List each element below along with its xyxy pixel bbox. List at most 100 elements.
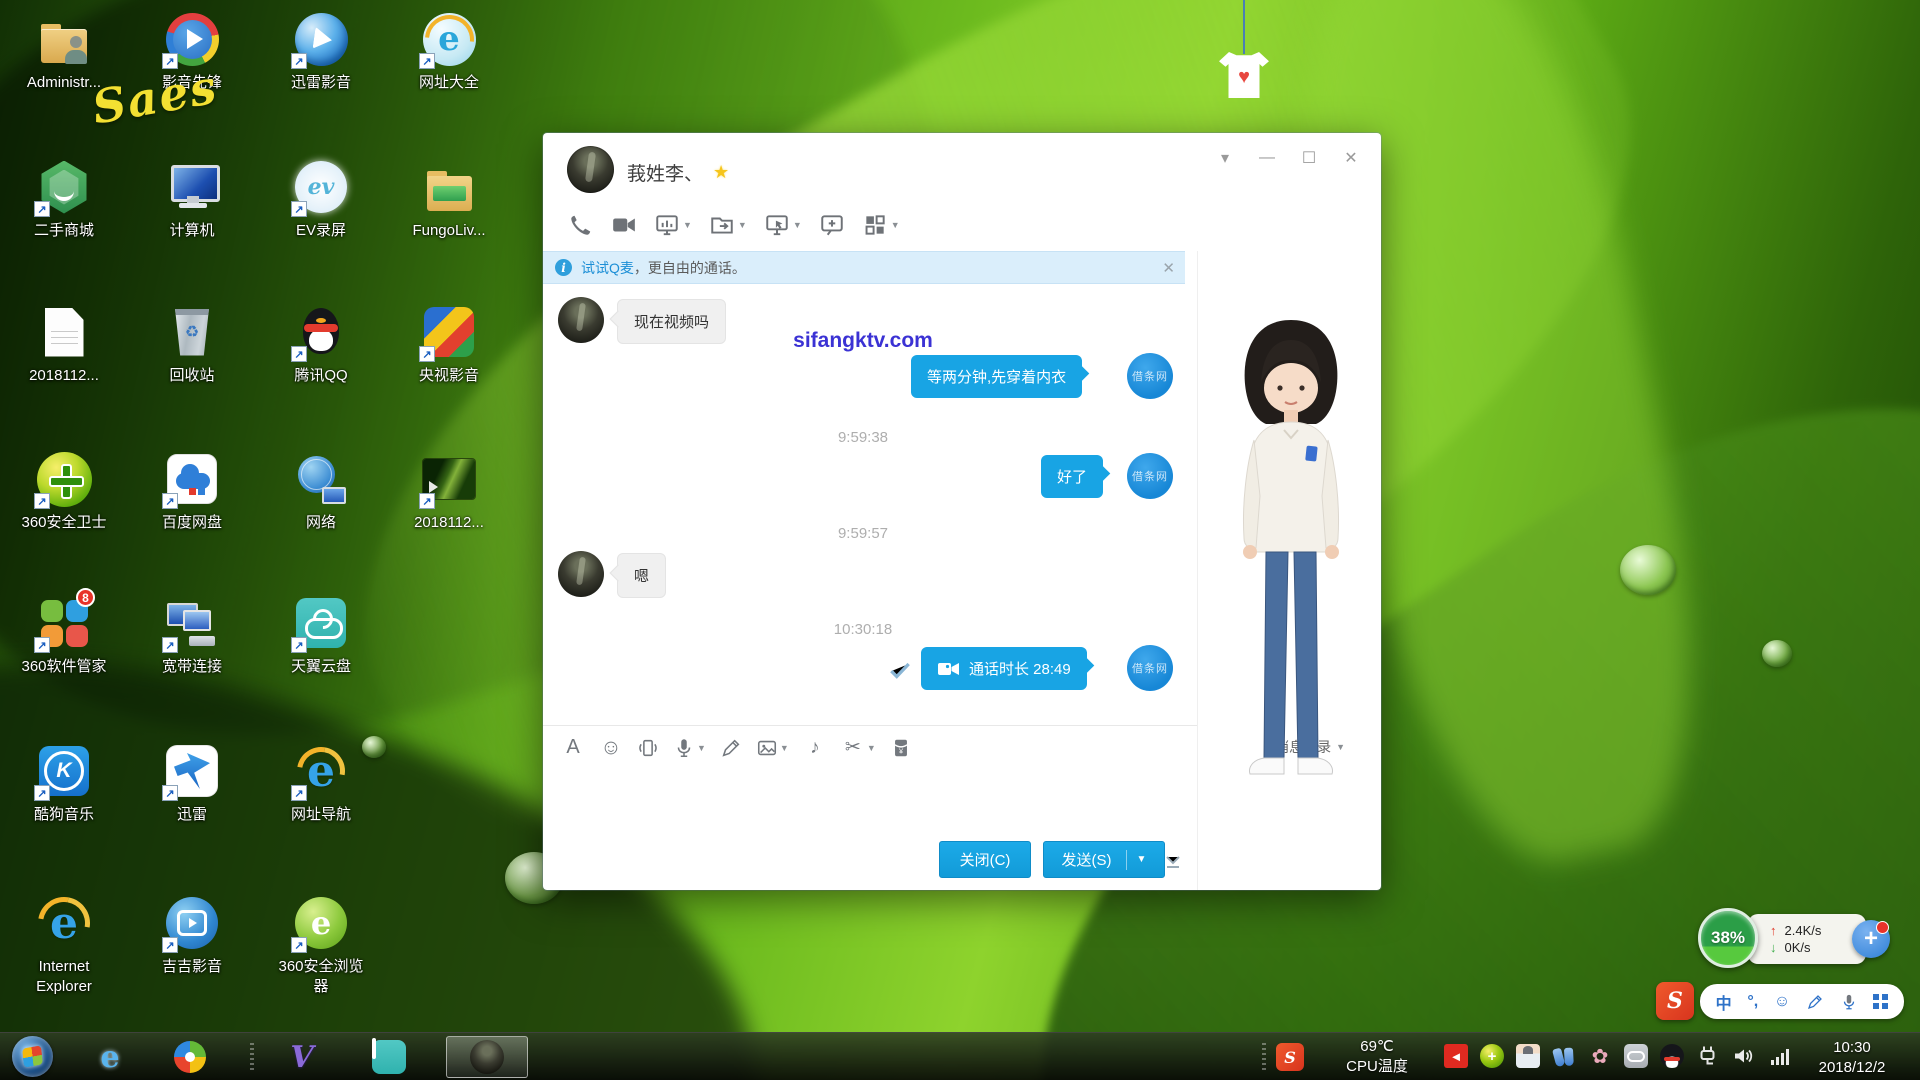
desktop-icon-jiji[interactable]: 吉吉影音: [132, 894, 252, 977]
self-avatar[interactable]: 借条网: [1127, 645, 1173, 691]
shortcut-arrow-icon: [34, 201, 50, 217]
red-packet-button[interactable]: [886, 735, 916, 761]
desktop-icon-network[interactable]: 网络: [261, 450, 381, 533]
outgoing-message-bubble: 等两分钟,先穿着内衣: [911, 355, 1082, 398]
desktop-icon-internet-explorer[interactable]: Internet Explorer: [4, 894, 124, 996]
desktop-icon-broadband[interactable]: 宽带连接: [132, 594, 252, 677]
accelerate-plus-button[interactable]: +: [1852, 920, 1890, 958]
desktop-icon-wangzhidaquan[interactable]: 网址大全: [389, 10, 509, 93]
tray-qq-icon[interactable]: [1660, 1044, 1684, 1068]
sogou-ime-logo[interactable]: S: [1656, 982, 1694, 1020]
ime-pencil-button[interactable]: [1806, 993, 1824, 1011]
tray-cloud-icon[interactable]: [1624, 1044, 1648, 1068]
contact-avatar[interactable]: [558, 551, 604, 597]
desktop-icon-wangzhidaohang[interactable]: 网址导航: [261, 742, 381, 825]
tray-connection-icon[interactable]: [1696, 1044, 1720, 1068]
desktop-icon-qq[interactable]: 腾讯QQ: [261, 303, 381, 386]
desktop-icon-label: 迅雷: [177, 805, 207, 825]
tray-network-icon[interactable]: [1768, 1044, 1792, 1068]
tray-kugou-icon[interactable]: ◄: [1444, 1044, 1468, 1068]
window-menu-button[interactable]: ▾: [1211, 145, 1239, 171]
qq-show-panel[interactable]: [1197, 251, 1381, 890]
create-group-button[interactable]: [814, 209, 850, 241]
voice-call-button[interactable]: [563, 209, 599, 241]
computer-monitor-icon: [163, 158, 221, 216]
tray-sogou-icon[interactable]: S: [1276, 1043, 1304, 1071]
desktop-icon-360guanjia[interactable]: 8 360软件管家: [4, 594, 124, 677]
desktop-icon-kugou[interactable]: 酷狗音乐: [4, 742, 124, 825]
close-button[interactable]: ✕: [1337, 145, 1365, 171]
image-button[interactable]: ▼: [752, 735, 793, 761]
desktop-icon-label: 二手商城: [34, 221, 94, 241]
start-button[interactable]: [12, 1036, 53, 1077]
taskbar: S 69℃ CPU温度 ◄ ✿ 10:30 2018/12/2: [0, 1032, 1920, 1080]
desktop-icon-ershoushangcheng[interactable]: 二手商城: [4, 158, 124, 241]
taskbar-ie-button[interactable]: [92, 1039, 128, 1075]
taskbar-v-app-button[interactable]: [284, 1039, 320, 1075]
doodle-button[interactable]: [716, 735, 746, 761]
desktop-icon-360weishi[interactable]: 360安全卫士: [4, 450, 124, 533]
send-button[interactable]: 发送(S) ▼: [1043, 841, 1165, 878]
desktop-icon-document[interactable]: 2018112...: [4, 303, 124, 386]
self-avatar[interactable]: 借条网: [1127, 453, 1173, 499]
maximize-button[interactable]: ☐: [1295, 145, 1323, 171]
send-file-button[interactable]: ▼: [704, 209, 752, 241]
apps-grid-button[interactable]: ▼: [857, 209, 905, 241]
voice-message-button[interactable]: ▼: [669, 735, 710, 761]
desktop-icon-tianyi[interactable]: 天翼云盘: [261, 594, 381, 677]
contact-avatar[interactable]: [567, 146, 614, 193]
desktop-icon-xunleiyingyin[interactable]: 迅雷影音: [261, 10, 381, 93]
taskbar-sogou-browser-button[interactable]: [174, 1041, 206, 1073]
tshirt-gadget[interactable]: [1219, 52, 1269, 98]
desktop-icon-label: 2018112...: [414, 513, 484, 533]
ime-mic-button[interactable]: [1840, 993, 1858, 1011]
desktop-icon-video-file[interactable]: 2018112...: [389, 450, 509, 533]
desktop-icon-yangshiyingyin[interactable]: 央视影音: [389, 303, 509, 386]
ime-emoji-button[interactable]: ☺: [1774, 993, 1790, 1011]
taskbar-cloud-button[interactable]: [372, 1040, 406, 1074]
ime-punctuation-button[interactable]: °,: [1747, 993, 1758, 1011]
window-shake-button[interactable]: [633, 735, 663, 761]
emoji-button[interactable]: ☺: [595, 734, 627, 762]
cpu-temperature[interactable]: 69℃ CPU温度: [1322, 1037, 1432, 1078]
network-speed-widget[interactable]: ↑2.4K/s ↓0K/s: [1748, 914, 1866, 964]
close-chat-button[interactable]: 关闭(C): [939, 841, 1031, 878]
desktop-icon-fungo[interactable]: FungoLiv...: [389, 158, 509, 241]
font-button[interactable]: A: [557, 734, 589, 761]
contact-avatar[interactable]: [558, 297, 604, 343]
qmai-link[interactable]: 试试Q麦: [581, 258, 634, 278]
ime-keyboard-button[interactable]: [1873, 994, 1888, 1009]
taskbar-clock[interactable]: 10:30 2018/12/2: [1796, 1038, 1908, 1079]
remote-desktop-button[interactable]: ▼: [759, 209, 807, 241]
tray-volume-icon[interactable]: [1732, 1044, 1756, 1068]
desktop-icon-recycle-bin[interactable]: 回收站: [132, 303, 252, 386]
tray-doctor-icon[interactable]: [1516, 1044, 1540, 1068]
desktop-icon-computer[interactable]: 计算机: [132, 158, 252, 241]
desktop-icon-xunlei[interactable]: 迅雷: [132, 742, 252, 825]
screenshot-button[interactable]: ✂▼: [837, 734, 880, 761]
message-input[interactable]: [543, 769, 1197, 835]
ime-chinese-mode-button[interactable]: 中: [1716, 990, 1732, 1014]
taskbar-active-chat-button[interactable]: [446, 1036, 528, 1078]
tray-360-icon[interactable]: [1480, 1044, 1504, 1068]
video-call-button[interactable]: [606, 209, 642, 241]
self-avatar[interactable]: 借条网: [1127, 353, 1173, 399]
screen-demo-button[interactable]: ▼: [649, 209, 697, 241]
self-avatar-text: 借条网: [1132, 468, 1168, 484]
window-titlebar[interactable]: 莪姓李、 ★ ▾ — ☐ ✕: [543, 133, 1381, 205]
tray-flower-icon[interactable]: ✿: [1588, 1044, 1612, 1068]
clock-date: 2018/12/2: [1796, 1058, 1908, 1078]
memory-usage-ball[interactable]: 38%: [1698, 908, 1758, 968]
desktop-icon-ev[interactable]: EV录屏: [261, 158, 381, 241]
minimize-button[interactable]: —: [1253, 145, 1281, 171]
tray-grip[interactable]: [1262, 1043, 1266, 1071]
taskbar-grip[interactable]: [250, 1043, 254, 1071]
desktop-icon-label: 网址大全: [419, 73, 479, 93]
desktop-icon-360browser[interactable]: 360安全浏览器: [261, 894, 381, 996]
desktop-icon-baidupan[interactable]: 百度网盘: [132, 450, 252, 533]
music-button[interactable]: ♪: [799, 735, 831, 761]
desktop-icon-label: 360软件管家: [21, 657, 106, 677]
tray-thunder-icon[interactable]: [1549, 1041, 1578, 1070]
notice-close-icon[interactable]: ✕: [1162, 259, 1175, 277]
shortcut-arrow-icon: [34, 785, 50, 801]
